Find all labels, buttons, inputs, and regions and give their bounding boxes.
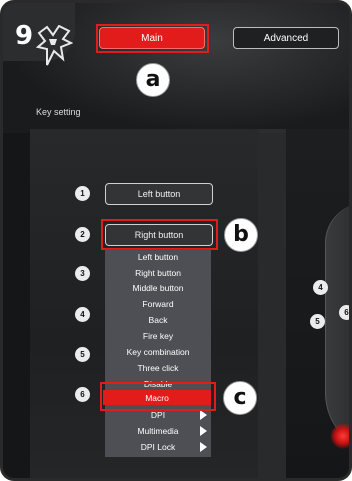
mouse-logo-glow <box>331 423 349 449</box>
key-number-2: 2 <box>75 227 90 242</box>
step-number: 9 <box>15 21 34 51</box>
tab-advanced[interactable]: Advanced <box>233 27 339 49</box>
key-number-1: 1 <box>75 186 90 201</box>
dropdown-item-fire-key[interactable]: Fire key <box>105 328 211 344</box>
mouse-key-number-4: 4 <box>313 280 328 295</box>
dropdown-item-middle-button[interactable]: Middle button <box>105 280 211 296</box>
dropdown-item-forward[interactable]: Forward <box>105 296 211 312</box>
mouse-key-number-6: 6 <box>339 305 349 320</box>
dropdown-item-key-combination[interactable]: Key combination <box>105 344 211 360</box>
section-label: Key setting <box>36 107 81 117</box>
dropdown-item-dpi-lock-label: DPI Lock <box>140 442 176 452</box>
mouse-image <box>325 203 349 453</box>
submenu-arrow-icon <box>200 442 207 452</box>
dropdown-item-left-button[interactable]: Left button <box>105 249 211 265</box>
dropdown-item-three-click[interactable]: Three click <box>105 360 211 376</box>
submenu-arrow-icon <box>200 410 207 420</box>
dropdown-item-dpi-lock[interactable]: DPI Lock <box>105 439 211 455</box>
mouse-key-number-5: 5 <box>310 314 325 329</box>
key-button-1-label: Left button <box>137 189 181 199</box>
callout-b: b <box>224 218 258 252</box>
key-number-4: 4 <box>75 307 90 322</box>
callout-a: a <box>136 63 170 97</box>
submenu-arrow-icon <box>200 426 207 436</box>
dropdown-item-multimedia[interactable]: Multimedia <box>105 423 211 439</box>
trust-gxt-logo-icon <box>35 25 73 66</box>
key-number-5: 5 <box>75 347 90 362</box>
step-badge: 9 <box>3 3 75 66</box>
key-button-1[interactable]: Left button <box>105 183 213 205</box>
highlight-macro-item <box>100 382 216 411</box>
app-window: 9 Main Advanced a Key setting 1 Left but… <box>0 0 352 481</box>
dropdown-item-right-button[interactable]: Right button <box>105 265 211 281</box>
callout-c: c <box>223 381 257 415</box>
tab-advanced-label: Advanced <box>263 32 309 44</box>
key-number-6: 6 <box>75 387 90 402</box>
highlight-key-button-2 <box>101 219 218 250</box>
dropdown-item-dpi-label: DPI <box>150 410 166 420</box>
highlight-main-tab <box>96 24 209 53</box>
dropdown-item-back[interactable]: Back <box>105 312 211 328</box>
panel-divider <box>258 129 286 478</box>
dropdown-item-multimedia-label: Multimedia <box>137 426 179 436</box>
key-number-3: 3 <box>75 266 90 281</box>
